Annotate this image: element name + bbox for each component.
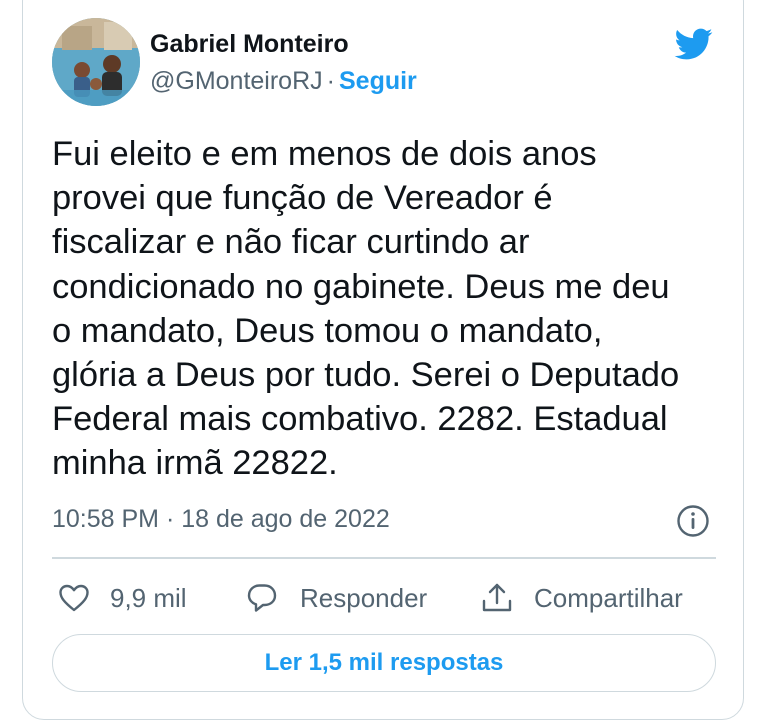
author-handle[interactable]: @GMonteiroRJ [150, 67, 323, 95]
tweet-timestamp[interactable]: 10:58 PM · 18 de ago de 2022 [52, 505, 390, 534]
follow-button[interactable]: Seguir [339, 67, 417, 95]
info-icon[interactable] [676, 504, 710, 538]
author-name[interactable]: Gabriel Monteiro [150, 30, 349, 59]
tweet-text: Fui eleito e em menos de dois anos prove… [52, 135, 680, 483]
read-replies-label: Ler 1,5 mil respostas [264, 649, 504, 676]
reply-label: Responder [300, 582, 428, 613]
read-replies-button[interactable]: Ler 1,5 mil respostas [52, 634, 716, 692]
like-count: 9,9 mil [110, 582, 187, 613]
handle-separator: · [326, 67, 335, 95]
reply-button[interactable]: Responder [246, 578, 427, 618]
share-upload-icon [482, 583, 512, 612]
twitter-bird-icon[interactable] [670, 24, 716, 64]
divider [52, 557, 716, 559]
heart-icon [59, 584, 89, 612]
avatar-photo [52, 18, 140, 106]
share-button[interactable]: Compartilhar [480, 578, 683, 618]
author-avatar[interactable] [52, 18, 140, 106]
like-button[interactable]: 9,9 mil [58, 578, 187, 618]
share-label: Compartilhar [534, 582, 683, 613]
author-handle-row: @GMonteiroRJ · Seguir [150, 67, 417, 96]
speech-bubble-icon [247, 584, 277, 612]
